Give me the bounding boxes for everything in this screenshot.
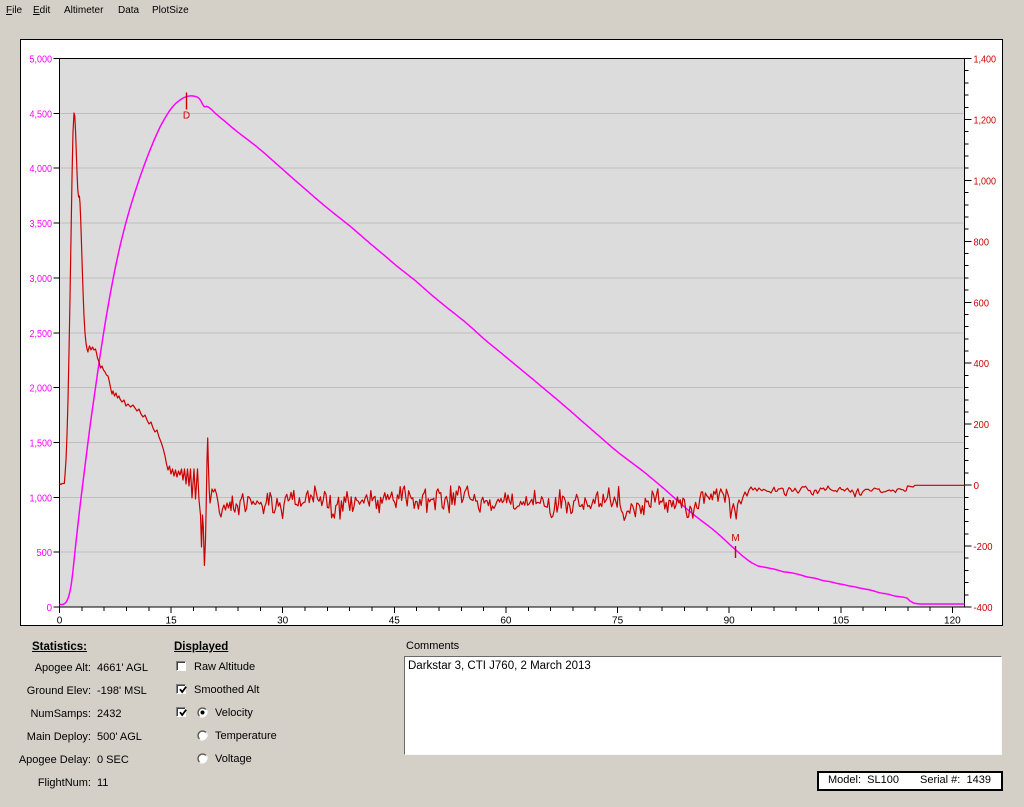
svg-text:D: D [183, 111, 190, 122]
svg-text:800: 800 [974, 237, 990, 248]
svg-text:-200: -200 [974, 542, 993, 553]
svg-text:M: M [731, 533, 739, 544]
svg-text:1,000: 1,000 [30, 493, 53, 504]
svg-text:0: 0 [57, 616, 63, 627]
svg-text:2,500: 2,500 [30, 329, 53, 340]
svg-text:500: 500 [37, 548, 53, 559]
svg-text:45: 45 [389, 616, 401, 627]
svg-text:1,000: 1,000 [974, 176, 997, 187]
svg-text:30: 30 [277, 616, 289, 627]
svg-text:2,000: 2,000 [30, 384, 53, 395]
svg-text:0: 0 [974, 481, 980, 492]
svg-text:3,000: 3,000 [30, 274, 53, 285]
svg-text:5,000: 5,000 [30, 55, 53, 66]
svg-text:4,500: 4,500 [30, 109, 53, 120]
svg-text:3,500: 3,500 [30, 219, 53, 230]
svg-text:105: 105 [832, 616, 849, 627]
svg-text:200: 200 [974, 420, 990, 431]
svg-text:120: 120 [944, 616, 961, 627]
svg-text:1,400: 1,400 [974, 55, 997, 66]
svg-text:4,000: 4,000 [30, 164, 53, 175]
svg-text:90: 90 [724, 616, 736, 627]
svg-text:-400: -400 [974, 603, 993, 614]
svg-text:400: 400 [974, 359, 990, 370]
svg-text:0: 0 [46, 603, 52, 614]
svg-text:60: 60 [500, 616, 512, 627]
svg-text:1,500: 1,500 [30, 438, 53, 449]
svg-text:75: 75 [612, 616, 624, 627]
svg-text:1,200: 1,200 [974, 115, 997, 126]
svg-text:600: 600 [974, 298, 990, 309]
svg-text:15: 15 [166, 616, 178, 627]
